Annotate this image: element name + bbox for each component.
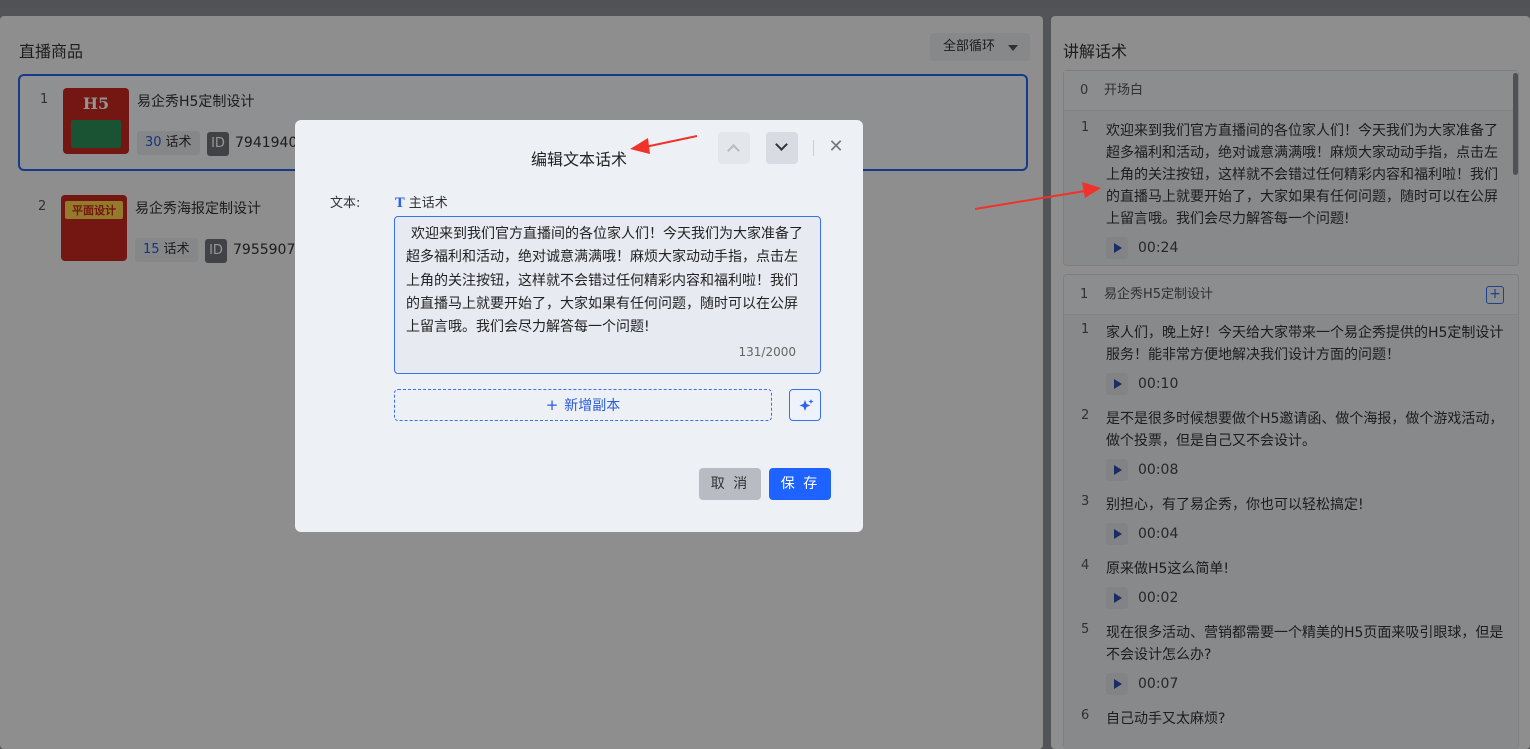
text-type-icon: T: [395, 196, 405, 211]
cancel-button[interactable]: 取 消: [699, 468, 761, 500]
save-button[interactable]: 保 存: [769, 468, 831, 500]
text-field-label: 文本:: [330, 196, 361, 211]
chevron-up-icon: [727, 144, 740, 157]
sparkle-icon: [799, 399, 814, 411]
close-icon[interactable]: ✕: [827, 138, 845, 156]
char-counter: 131/2000: [738, 344, 797, 359]
plus-icon: +: [545, 396, 559, 414]
chevron-down-icon: [775, 138, 788, 151]
next-button[interactable]: [766, 132, 798, 164]
divider: [813, 140, 814, 156]
edit-text-script-dialog: 编辑文本话术 ✕ 文本: T 主话术 欢迎来到我们官方直播间的各位家人们！今天我们…: [295, 120, 863, 532]
script-textarea[interactable]: 欢迎来到我们官方直播间的各位家人们！今天我们为大家准备了超多福利和活动，绝对诚意…: [394, 216, 821, 374]
textarea-value: 欢迎来到我们官方直播间的各位家人们！今天我们为大家准备了超多福利和活动，绝对诚意…: [406, 226, 803, 336]
previous-button[interactable]: [718, 132, 750, 164]
main-script-tag: T 主话术: [395, 196, 448, 211]
add-copy-button[interactable]: + 新增副本: [394, 389, 772, 421]
ai-sparkle-button[interactable]: [789, 389, 821, 421]
